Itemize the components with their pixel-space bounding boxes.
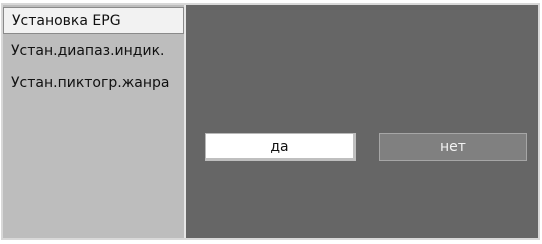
no-button[interactable]: нет bbox=[379, 133, 527, 161]
menu-item-epg-setup[interactable]: Установка EPG bbox=[3, 7, 184, 34]
confirmation-panel: да нет bbox=[188, 5, 538, 238]
settings-sidebar: Установка EPG Устан.диапаз.индик. Устан.… bbox=[3, 5, 186, 238]
yes-button[interactable]: да bbox=[205, 133, 356, 161]
epg-settings-screen: Установка EPG Устан.диапаз.индик. Устан.… bbox=[0, 0, 542, 244]
menu-item-indicator-range[interactable]: Устан.диапаз.индик. bbox=[3, 38, 184, 64]
menu-item-genre-icon[interactable]: Устан.пиктогр.жанра bbox=[3, 70, 184, 96]
